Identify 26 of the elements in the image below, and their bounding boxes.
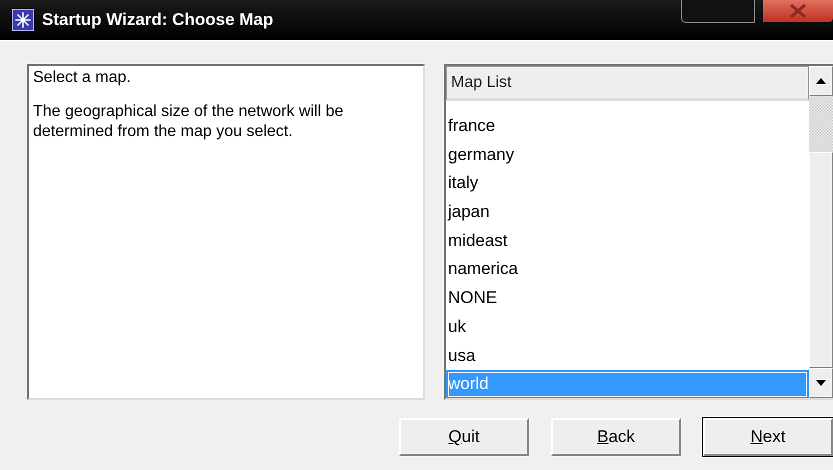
down-arrow-icon	[816, 380, 826, 386]
scroll-thumb[interactable]	[809, 152, 833, 368]
wizard-button[interactable]: Next	[703, 418, 833, 456]
star-icon	[12, 9, 34, 31]
map-list-item[interactable]: usa	[446, 342, 809, 370]
map-list-item[interactable]: france	[446, 112, 809, 141]
close-icon	[787, 4, 809, 18]
scroll-down-button[interactable]	[809, 368, 833, 398]
map-list-item[interactable]: italy	[446, 169, 809, 198]
scroll-up-button[interactable]	[809, 66, 833, 96]
scrollbar[interactable]	[809, 66, 833, 398]
map-list-item[interactable]: japan	[446, 198, 809, 227]
description-text: The geographical size of the network will be determined from the map you select.	[33, 102, 344, 142]
column-header[interactable]: Map List	[446, 66, 809, 101]
map-list-item[interactable]: uk	[446, 312, 809, 342]
map-list-item[interactable]: mideast	[446, 226, 809, 256]
map-list-item[interactable]: NONE	[446, 284, 809, 313]
minimize-button[interactable]	[681, 0, 755, 23]
wizard-button[interactable]: Back	[551, 418, 681, 456]
up-arrow-icon	[816, 78, 826, 84]
map-list-item[interactable]: germany	[446, 140, 809, 170]
window-title: Startup Wizard: Choose Map	[42, 10, 274, 30]
map-list-item[interactable]: namerica	[446, 255, 809, 284]
wizard-button[interactable]: Quit	[399, 418, 529, 456]
description-text: Select a map.	[33, 68, 132, 88]
close-button[interactable]	[763, 0, 833, 22]
